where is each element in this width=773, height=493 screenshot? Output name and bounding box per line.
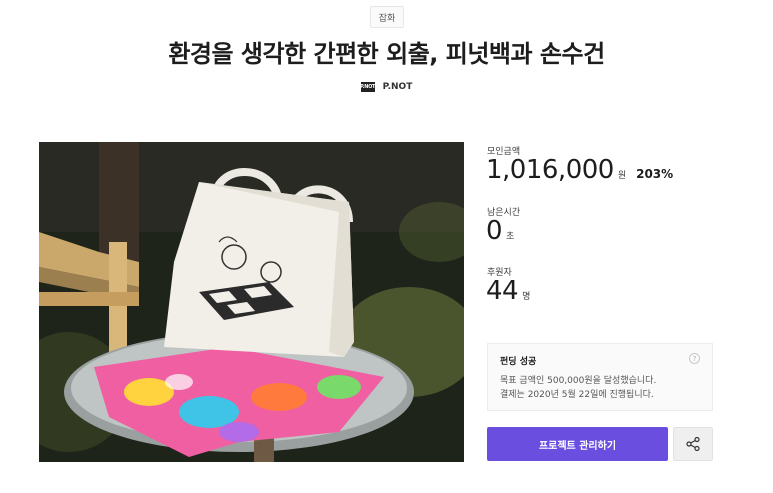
- category-tag[interactable]: 잡화: [370, 6, 404, 28]
- time-left-unit: 초: [506, 232, 515, 242]
- payment-date-text: 결제는 2020년 5월 22일에 진행됩니다.: [500, 390, 654, 400]
- share-button[interactable]: [673, 427, 713, 461]
- amount-unit: 원: [617, 171, 627, 181]
- backers-value-group: 44 명: [486, 276, 530, 306]
- amount-percent: 203%: [636, 167, 674, 181]
- amount-value: 1,016,000: [486, 155, 614, 185]
- amount-value-group: 1,016,000 원 203%: [486, 155, 673, 185]
- creator-logo: P.NOT: [360, 82, 376, 92]
- project-title: 환경을 생각한 간편한 외출, 피넛백과 손수건: [168, 40, 605, 68]
- backers-value: 44: [486, 276, 519, 306]
- project-main-image: [39, 142, 464, 462]
- help-icon[interactable]: ?: [689, 353, 700, 364]
- funding-status-box: 펀딩 성공 목표 금액인 500,000원을 달성했습니다. 결제는 2020년…: [487, 343, 713, 411]
- creator[interactable]: P.NOT P.NOT: [0, 82, 773, 92]
- funding-status-title: 펀딩 성공: [500, 357, 537, 367]
- share-icon: [686, 437, 700, 451]
- backers-unit: 명: [522, 292, 531, 302]
- time-left-value-group: 0 초: [486, 216, 514, 246]
- funding-goal-text: 목표 금액인 500,000원을 달성했습니다.: [500, 376, 657, 386]
- time-left-value: 0: [486, 216, 503, 246]
- manage-project-button[interactable]: 프로젝트 관리하기: [487, 427, 668, 461]
- creator-name[interactable]: P.NOT: [383, 82, 413, 92]
